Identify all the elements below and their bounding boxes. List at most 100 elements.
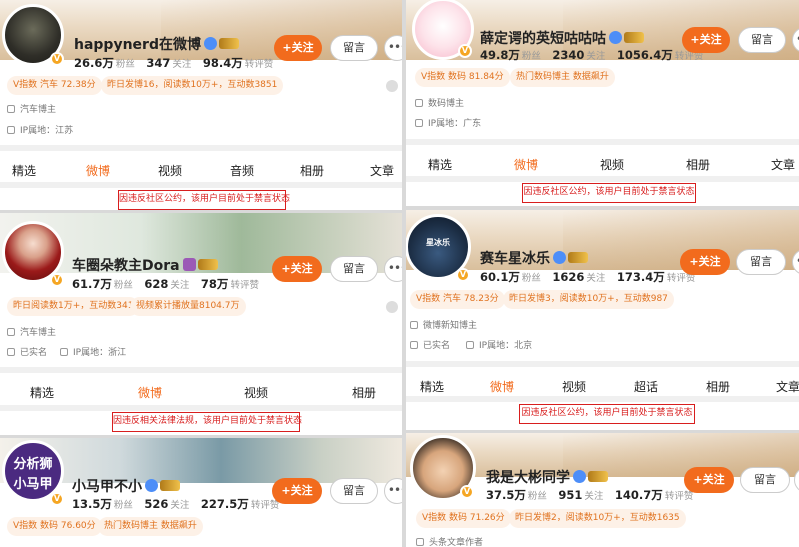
verified-orange-badge-icon: V xyxy=(50,492,64,506)
tab-featured[interactable]: 精选 xyxy=(30,384,54,401)
id-card-icon xyxy=(7,348,15,356)
profile-tag: 汽车博主 xyxy=(7,325,56,338)
message-button[interactable]: 留言 xyxy=(738,27,786,53)
verified-orange-badge-icon: V xyxy=(50,52,64,66)
tab-video[interactable]: 视频 xyxy=(600,156,624,173)
message-button[interactable]: 留言 xyxy=(330,35,378,61)
vip-crown-icon xyxy=(624,32,644,43)
verified-icon xyxy=(553,251,566,264)
location-icon xyxy=(60,348,68,356)
ip-location: IP属地：北京 xyxy=(466,338,532,351)
avatar-text: 小马甲 xyxy=(13,477,53,492)
v-index-chip[interactable]: V指数 数码 81.84分 xyxy=(415,68,510,87)
daily-stats-chip[interactable]: 昨日发博3，阅读数10万+，互动数987 xyxy=(503,290,674,309)
tab-super-topic[interactable]: 超话 xyxy=(634,378,658,395)
follow-button[interactable]: +关注 xyxy=(272,478,322,504)
profile-stats: 61.7万 粉丝 628 关注 78万 转评赞 xyxy=(72,277,259,291)
tab-weibo[interactable]: 微博 xyxy=(514,156,538,180)
tab-weibo[interactable]: 微博 xyxy=(86,162,110,186)
id-card-icon xyxy=(410,341,418,349)
ip-location: IP属地：江苏 xyxy=(7,123,73,136)
follow-button[interactable]: +关注 xyxy=(682,27,730,53)
verified-orange-badge-icon: V xyxy=(458,44,472,58)
tag-icon xyxy=(415,99,423,107)
avatar-text: 星冰乐 xyxy=(426,238,450,247)
profile-name: 车圈朵教主Dora xyxy=(72,255,218,275)
tab-album[interactable]: 相册 xyxy=(300,162,324,179)
v-index-chip[interactable]: V指数 数码 76.60分 xyxy=(7,517,102,536)
expand-icon[interactable] xyxy=(386,301,398,313)
real-name-status: 已实名 xyxy=(7,345,47,358)
hot-blogger-chip[interactable]: 热门数码博主 数据飙升 xyxy=(98,517,203,536)
vip-crown-icon xyxy=(588,471,608,482)
divider xyxy=(406,396,799,402)
message-button[interactable]: 留言 xyxy=(736,249,786,275)
tab-video[interactable]: 视频 xyxy=(244,384,268,401)
profile-tabs: 精选 微博 视频 相册 文章 xyxy=(406,150,799,180)
verified-orange-badge-icon: V xyxy=(456,268,470,282)
follow-button[interactable]: +关注 xyxy=(680,249,730,275)
tab-audio[interactable]: 音频 xyxy=(230,162,254,179)
divider xyxy=(0,145,402,151)
ip-location: IP属地：广东 xyxy=(415,116,481,129)
tab-article[interactable]: 文章 xyxy=(776,378,799,395)
location-icon xyxy=(415,119,423,127)
divider xyxy=(0,367,402,373)
tab-album[interactable]: 相册 xyxy=(686,156,710,173)
divider xyxy=(0,405,402,411)
divider xyxy=(0,182,402,188)
profile-stats: 49.8万 粉丝 2340 关注 1056.4万 转评赞 xyxy=(480,48,704,62)
ip-location: IP属地：浙江 xyxy=(60,345,126,358)
verified-orange-badge-icon: V xyxy=(50,273,64,287)
follow-button[interactable]: +关注 xyxy=(274,35,322,61)
daily-stats-chip[interactable]: 昨日发博16，阅读数10万+，互动数3851 xyxy=(101,76,284,95)
profile-stats: 60.1万 粉丝 1626 关注 173.4万 转评赞 xyxy=(480,270,696,284)
tab-article[interactable]: 文章 xyxy=(771,156,795,173)
avatar-text: 分析狮 xyxy=(13,457,53,472)
location-icon xyxy=(7,126,15,134)
tag-icon xyxy=(410,321,418,329)
tab-video[interactable]: 视频 xyxy=(562,378,586,395)
profile-tag: 汽车博主 xyxy=(7,102,56,115)
message-button[interactable]: 留言 xyxy=(330,478,378,504)
more-button[interactable]: ••• xyxy=(384,478,402,504)
daily-stats-chip[interactable]: 昨日阅读数1万+，互动数341 xyxy=(7,297,140,316)
message-button[interactable]: 留言 xyxy=(330,256,378,282)
profile-tabs: 精选 微博 视频 相册 xyxy=(0,378,402,408)
profile-name: 我是大彬同学 xyxy=(486,467,608,487)
tab-weibo[interactable]: 微博 xyxy=(138,384,162,408)
expand-icon[interactable] xyxy=(386,80,398,92)
follow-button[interactable]: +关注 xyxy=(684,467,734,493)
tab-video[interactable]: 视频 xyxy=(158,162,182,179)
divider xyxy=(406,176,799,182)
daily-stats-chip[interactable]: 昨日发博2，阅读数10万+，互动数1635 xyxy=(509,509,686,528)
v-index-chip[interactable]: V指数 汽车 72.38分 xyxy=(7,76,102,95)
message-button[interactable]: 留言 xyxy=(740,467,790,493)
video-plays-chip[interactable]: 视频累计播放量8104.7万 xyxy=(130,297,246,316)
tab-featured[interactable]: 精选 xyxy=(428,156,452,173)
tab-featured[interactable]: 精选 xyxy=(420,378,444,395)
vip-crown-icon xyxy=(568,252,588,263)
more-button[interactable]: ••• xyxy=(384,256,402,282)
profile-stats: 26.6万 粉丝 347 关注 98.4万 转评赞 xyxy=(74,56,274,70)
v-index-chip[interactable]: V指数 汽车 78.23分 xyxy=(410,290,505,309)
tab-weibo[interactable]: 微博 xyxy=(490,378,514,402)
verified-icon xyxy=(182,258,196,271)
tab-album[interactable]: 相册 xyxy=(352,384,376,401)
profile-name: 赛车星冰乐 xyxy=(480,248,588,268)
tab-featured[interactable]: 精选 xyxy=(12,162,36,179)
vip-crown-icon xyxy=(197,259,218,270)
profile-stats: 37.5万 粉丝 951 关注 140.7万 转评赞 xyxy=(486,488,694,502)
hot-blogger-chip[interactable]: 热门数码博主 数据飙升 xyxy=(510,68,615,87)
profile-name: happynerd在微博 xyxy=(74,34,239,54)
tab-article[interactable]: 文章 xyxy=(370,162,394,179)
ban-notice: 因违反社区公约，该用户目前处于禁言状态 xyxy=(519,404,695,424)
v-index-chip[interactable]: V指数 数码 71.26分 xyxy=(416,509,511,528)
tab-album[interactable]: 相册 xyxy=(706,378,730,395)
profile-stats: 13.5万 粉丝 526 关注 227.5万 转评赞 xyxy=(72,497,280,511)
follow-button[interactable]: +关注 xyxy=(272,256,322,282)
location-icon xyxy=(466,341,474,349)
vip-crown-icon xyxy=(160,480,180,491)
ban-notice: 因违反社区公约，该用户目前处于禁言状态 xyxy=(522,183,696,203)
profile-card-happynerd: V happynerd在微博 26.6万 粉丝 347 关注 98.4万 转评赞 +关… xyxy=(0,0,402,210)
